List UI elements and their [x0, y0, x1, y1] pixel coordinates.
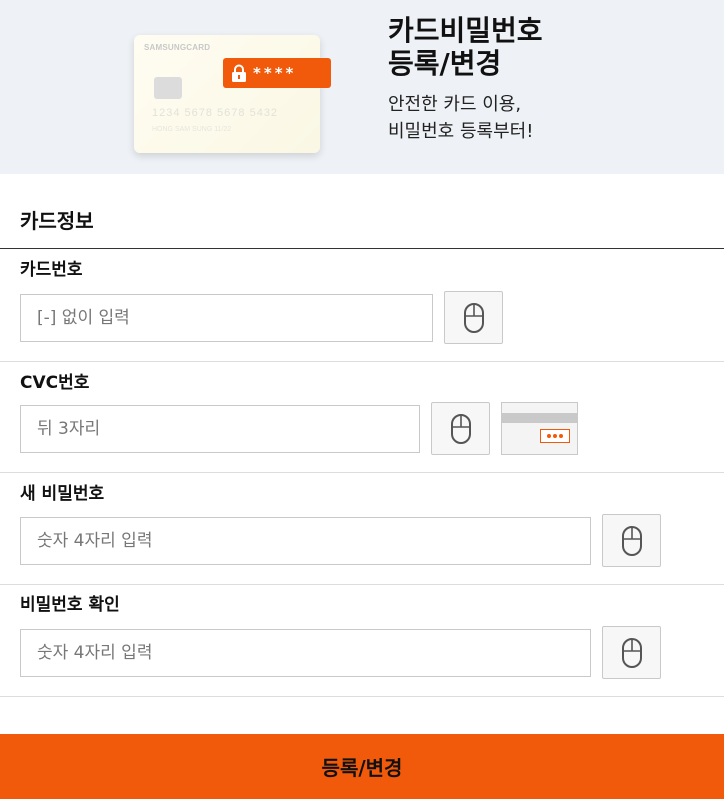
cvc-mouse-button[interactable]: [431, 402, 490, 455]
card-brand-text: SAMSUNGCARD: [144, 43, 211, 52]
card-stripe: [502, 413, 577, 423]
page-subtitle: 안전한 카드 이용, 비밀번호 등록부터!: [388, 91, 533, 145]
page-subtitle-line1: 안전한 카드 이용,: [388, 94, 522, 115]
submit-button[interactable]: 등록/변경: [0, 734, 724, 799]
mouse-icon: [621, 525, 642, 556]
cvc-card-icon: [501, 402, 578, 455]
mouse-icon: [463, 302, 484, 333]
page-subtitle-line2: 비밀번호 등록부터!: [388, 121, 534, 142]
row-divider: [0, 696, 724, 697]
card-number-input[interactable]: [20, 294, 433, 342]
cvc-position-box: [540, 429, 570, 443]
card-number-label: 카드번호: [20, 260, 83, 280]
section-divider: [0, 248, 724, 249]
card-illustration: SAMSUNGCARD 1234 5678 5678 5432 HONG SAM…: [134, 35, 320, 153]
hero-banner: SAMSUNGCARD 1234 5678 5678 5432 HONG SAM…: [0, 0, 724, 174]
card-chip: [154, 77, 182, 99]
card-holder-text: HONG SAM SUNG 11/22: [152, 126, 232, 133]
mouse-icon: [450, 413, 471, 444]
card-digits-text: 1234 5678 5678 5432: [152, 107, 279, 119]
pin-mask: ****: [253, 64, 297, 82]
card-number-mouse-button[interactable]: [444, 291, 503, 344]
pin-badge: ****: [223, 58, 331, 88]
section-title: 카드정보: [20, 209, 94, 233]
cvc-input[interactable]: [20, 405, 420, 453]
confirm-password-label: 비밀번호 확인: [20, 595, 120, 615]
confirm-password-mouse-button[interactable]: [602, 626, 661, 679]
new-password-input[interactable]: [20, 517, 591, 565]
new-password-mouse-button[interactable]: [602, 514, 661, 567]
page-title-line1: 카드비밀번호: [388, 14, 543, 47]
row-divider: [0, 472, 724, 473]
confirm-password-input[interactable]: [20, 629, 591, 677]
page-title-line2: 등록/변경: [388, 47, 502, 80]
row-divider: [0, 361, 724, 362]
lock-icon: [232, 64, 246, 82]
new-password-label: 새 비밀번호: [20, 484, 105, 504]
row-divider: [0, 584, 724, 585]
mouse-icon: [621, 637, 642, 668]
cvc-label: CVC번호: [20, 373, 90, 393]
page-title: 카드비밀번호 등록/변경: [388, 14, 543, 80]
